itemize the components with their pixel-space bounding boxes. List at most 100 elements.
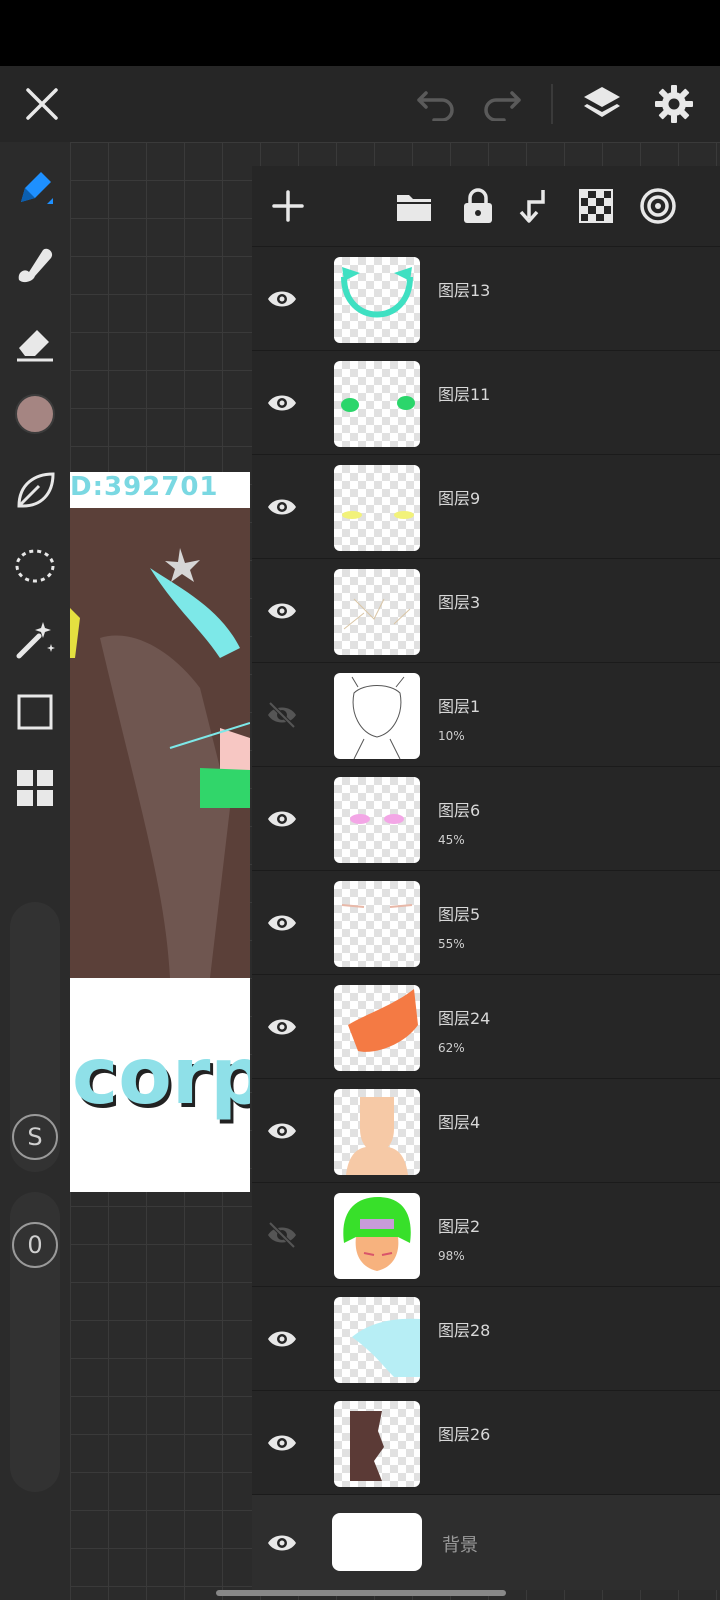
layer-opacity: 62% — [438, 1041, 465, 1055]
layers-panel: 图层13 图层11 图层9 图层3 图层1 10% 图层6 45% 图层5 55… — [252, 166, 720, 1590]
layer-row[interactable]: 图层11 — [252, 350, 720, 454]
blend-mode-icon — [640, 188, 676, 224]
eye-icon[interactable] — [266, 1011, 298, 1043]
eye-icon[interactable] — [266, 1527, 298, 1559]
layers-icon — [584, 87, 620, 117]
layer-row[interactable]: 图层24 62% — [252, 974, 720, 1078]
eraser-icon — [17, 330, 53, 362]
eye-icon[interactable] — [266, 491, 298, 523]
layer-24-preview — [348, 989, 418, 1052]
settings-button[interactable] — [642, 66, 706, 142]
layer-thumbnail — [334, 465, 420, 551]
layer-name: 图层2 — [438, 1217, 481, 1236]
layer-row[interactable]: 图层13 — [252, 246, 720, 350]
layer-3-preview — [343, 598, 411, 630]
brush-size-slider[interactable]: S — [10, 902, 60, 1172]
layer-row[interactable]: 图层28 — [252, 1286, 720, 1390]
toolbar-divider — [551, 84, 553, 124]
pen-tool[interactable] — [5, 158, 65, 218]
shape-tool[interactable] — [5, 682, 65, 742]
layers-button[interactable] — [570, 66, 634, 142]
layer-row[interactable]: 图层6 45% — [252, 766, 720, 870]
layer-name: 背景 — [442, 1535, 478, 1556]
eye-hidden-icon[interactable] — [266, 1219, 298, 1251]
redo-button[interactable] — [470, 66, 534, 142]
checkerboard-icon — [579, 189, 613, 223]
layer-28-preview — [352, 1318, 420, 1377]
plus-icon — [272, 190, 304, 222]
artwork-canvas[interactable]: D:392701 corps — [70, 472, 250, 1192]
magic-wand-tool[interactable] — [5, 610, 65, 670]
leaf-icon — [17, 472, 55, 508]
layer-row[interactable]: 图层4 — [252, 1078, 720, 1182]
layer-13-preview — [341, 267, 413, 318]
undo-icon — [417, 91, 454, 121]
eye-icon[interactable] — [266, 1427, 298, 1459]
layer-name: 图层6 — [438, 801, 481, 820]
layer-row[interactable]: 图层3 — [252, 558, 720, 662]
layer-name: 图层4 — [438, 1113, 481, 1132]
current-color-swatch — [15, 394, 55, 434]
blend-mode-button[interactable] — [626, 174, 690, 238]
opacity-knob[interactable]: 0 — [12, 1222, 58, 1268]
layer-opacity: 10% — [438, 729, 465, 743]
background-thumbnail — [332, 1513, 422, 1571]
eye-icon[interactable] — [266, 1323, 298, 1355]
lock-layer-button[interactable] — [446, 174, 510, 238]
merge-down-icon — [519, 190, 545, 223]
layer-opacity: 55% — [438, 937, 465, 951]
layer-thumbnail — [334, 1401, 420, 1487]
layer-name: 图层9 — [438, 489, 481, 508]
eye-icon[interactable] — [266, 803, 298, 835]
layer-thumbnail — [334, 1089, 420, 1175]
artwork-id-text: D:392701 — [70, 472, 219, 502]
opacity-slider[interactable]: 0 — [10, 1192, 60, 1492]
layer-26-preview — [350, 1411, 384, 1481]
layer-row[interactable]: 图层1 10% — [252, 662, 720, 766]
layer-6-preview — [350, 814, 404, 824]
pen-icon — [21, 172, 53, 204]
transparency-lock-button[interactable] — [564, 174, 628, 238]
layer-thumbnail — [334, 985, 420, 1071]
eye-icon[interactable] — [266, 283, 298, 315]
eraser-tool[interactable] — [5, 312, 65, 372]
layer-name: 图层13 — [438, 281, 491, 300]
lasso-icon — [15, 549, 55, 583]
eye-icon[interactable] — [266, 387, 298, 419]
smudge-tool[interactable] — [5, 234, 65, 294]
layer-name: 图层5 — [438, 905, 481, 924]
import-folder-button[interactable] — [382, 174, 446, 238]
artwork-hair-area — [70, 508, 250, 978]
leaf-tool[interactable] — [5, 460, 65, 520]
status-bar — [0, 0, 720, 66]
layer-row[interactable]: 图层26 — [252, 1390, 720, 1494]
layer-11-preview — [341, 396, 415, 412]
close-button[interactable] — [10, 66, 74, 142]
eye-icon[interactable] — [266, 907, 298, 939]
eye-icon[interactable] — [266, 1115, 298, 1147]
grid-icon — [17, 770, 53, 806]
undo-button[interactable] — [404, 66, 468, 142]
layer-thumbnail — [334, 881, 420, 967]
merge-down-button[interactable] — [502, 174, 566, 238]
eye-hidden-icon[interactable] — [266, 699, 298, 731]
layer-2-preview — [343, 1197, 411, 1271]
eye-icon[interactable] — [266, 595, 298, 627]
color-picker[interactable] — [5, 384, 65, 444]
background-layer-row[interactable]: 背景 — [252, 1494, 720, 1590]
layer-row[interactable]: 图层9 — [252, 454, 720, 558]
lasso-tool[interactable] — [5, 536, 65, 596]
layer-row[interactable]: 图层2 98% — [252, 1182, 720, 1286]
layer-row[interactable]: 图层5 55% — [252, 870, 720, 974]
rectangle-icon — [17, 694, 53, 730]
gallery-tool[interactable] — [5, 758, 65, 818]
left-toolbar: S 0 — [0, 142, 70, 1600]
brush-size-knob[interactable]: S — [12, 1114, 58, 1160]
layer-name: 图层11 — [438, 385, 491, 404]
layer-name: 图层1 — [438, 697, 481, 716]
layer-4-preview — [346, 1097, 408, 1175]
top-bar — [0, 66, 720, 142]
add-layer-button[interactable] — [256, 174, 320, 238]
layer-thumbnail — [334, 777, 420, 863]
lock-icon — [464, 188, 492, 223]
